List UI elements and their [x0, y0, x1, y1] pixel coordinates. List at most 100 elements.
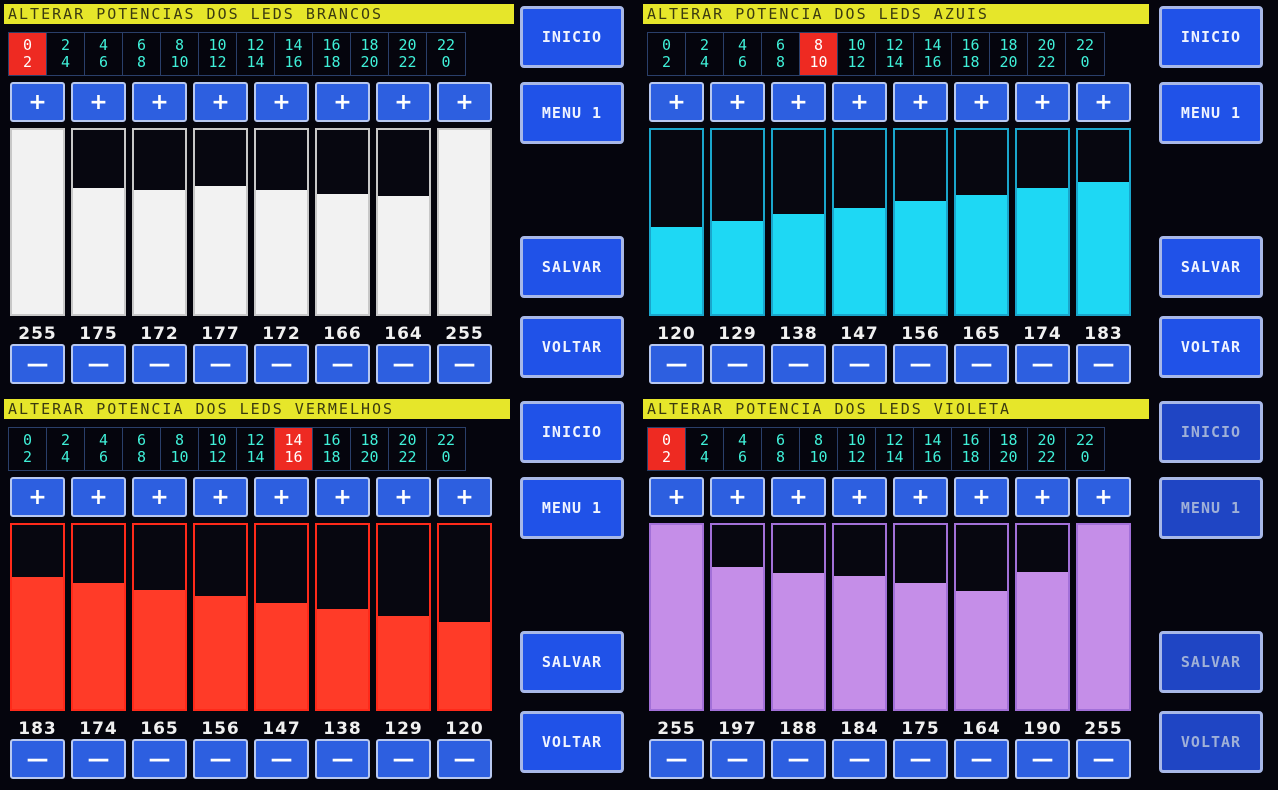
increase-button[interactable]: + — [771, 82, 826, 122]
inicio-button[interactable]: INICIO — [1159, 401, 1263, 463]
increase-button[interactable]: + — [893, 82, 948, 122]
decrease-button[interactable]: — — [10, 739, 65, 779]
decrease-button[interactable]: — — [315, 739, 370, 779]
salvar-button[interactable]: SALVAR — [520, 236, 624, 298]
time-slot-tab[interactable]: 68 — [123, 428, 161, 470]
time-slot-tab[interactable]: 68 — [123, 33, 161, 75]
decrease-button[interactable]: — — [132, 344, 187, 384]
decrease-button[interactable]: — — [771, 344, 826, 384]
increase-button[interactable]: + — [1015, 82, 1070, 122]
increase-button[interactable]: + — [71, 82, 126, 122]
inicio-button[interactable]: INICIO — [520, 401, 624, 463]
time-slot-tab[interactable]: 22 0 — [1066, 428, 1104, 470]
decrease-button[interactable]: — — [710, 344, 765, 384]
menu-1-button[interactable]: MENU 1 — [520, 477, 624, 539]
voltar-button[interactable]: VOLTAR — [1159, 711, 1263, 773]
time-slot-tab[interactable]: 14 16 — [914, 428, 952, 470]
time-slot-tab[interactable]: 22 0 — [427, 33, 465, 75]
decrease-button[interactable]: — — [71, 739, 126, 779]
decrease-button[interactable]: — — [893, 344, 948, 384]
increase-button[interactable]: + — [954, 82, 1009, 122]
time-slot-tab[interactable]: 12 14 — [237, 33, 275, 75]
decrease-button[interactable]: — — [893, 739, 948, 779]
increase-button[interactable]: + — [437, 82, 492, 122]
time-slot-tab[interactable]: 24 — [47, 428, 85, 470]
decrease-button[interactable]: — — [954, 739, 1009, 779]
time-slot-tab[interactable]: 20 22 — [389, 33, 427, 75]
time-slot-tab[interactable]: 12 14 — [876, 33, 914, 75]
time-slot-tab[interactable]: 24 — [686, 428, 724, 470]
time-slot-tab[interactable]: 02 — [648, 428, 686, 470]
time-slot-tab[interactable]: 14 16 — [914, 33, 952, 75]
decrease-button[interactable]: — — [649, 739, 704, 779]
decrease-button[interactable]: — — [771, 739, 826, 779]
increase-button[interactable]: + — [132, 82, 187, 122]
decrease-button[interactable]: — — [1015, 739, 1070, 779]
decrease-button[interactable]: — — [649, 344, 704, 384]
increase-button[interactable]: + — [649, 82, 704, 122]
decrease-button[interactable]: — — [193, 739, 248, 779]
time-slot-tab[interactable]: 24 — [47, 33, 85, 75]
increase-button[interactable]: + — [832, 82, 887, 122]
menu-1-button[interactable]: MENU 1 — [1159, 82, 1263, 144]
time-slot-tab[interactable]: 20 22 — [389, 428, 427, 470]
decrease-button[interactable]: — — [315, 344, 370, 384]
increase-button[interactable]: + — [710, 82, 765, 122]
decrease-button[interactable]: — — [71, 344, 126, 384]
decrease-button[interactable]: — — [954, 344, 1009, 384]
time-slot-tab[interactable]: 8 10 — [161, 33, 199, 75]
time-slot-tab[interactable]: 8 10 — [800, 428, 838, 470]
time-slot-tab[interactable]: 18 20 — [351, 33, 389, 75]
time-slot-tab[interactable]: 46 — [85, 33, 123, 75]
time-slot-tab[interactable]: 02 — [648, 33, 686, 75]
time-slot-tab[interactable]: 16 18 — [313, 428, 351, 470]
increase-button[interactable]: + — [954, 477, 1009, 517]
salvar-button[interactable]: SALVAR — [1159, 236, 1263, 298]
increase-button[interactable]: + — [376, 477, 431, 517]
decrease-button[interactable]: — — [710, 739, 765, 779]
decrease-button[interactable]: — — [437, 344, 492, 384]
increase-button[interactable]: + — [1076, 477, 1131, 517]
increase-button[interactable]: + — [193, 477, 248, 517]
time-slot-tab[interactable]: 22 0 — [1066, 33, 1104, 75]
menu-1-button[interactable]: MENU 1 — [1159, 477, 1263, 539]
time-slot-tab[interactable]: 12 14 — [237, 428, 275, 470]
increase-button[interactable]: + — [771, 477, 826, 517]
menu-1-button[interactable]: MENU 1 — [520, 82, 624, 144]
salvar-button[interactable]: SALVAR — [520, 631, 624, 693]
increase-button[interactable]: + — [893, 477, 948, 517]
voltar-button[interactable]: VOLTAR — [520, 316, 624, 378]
time-slot-tab[interactable]: 18 20 — [990, 33, 1028, 75]
time-slot-tab[interactable]: 8 10 — [161, 428, 199, 470]
increase-button[interactable]: + — [1076, 82, 1131, 122]
increase-button[interactable]: + — [437, 477, 492, 517]
increase-button[interactable]: + — [649, 477, 704, 517]
increase-button[interactable]: + — [832, 477, 887, 517]
decrease-button[interactable]: — — [437, 739, 492, 779]
decrease-button[interactable]: — — [832, 739, 887, 779]
increase-button[interactable]: + — [254, 477, 309, 517]
decrease-button[interactable]: — — [376, 344, 431, 384]
inicio-button[interactable]: INICIO — [1159, 6, 1263, 68]
time-slot-tab[interactable]: 16 18 — [952, 428, 990, 470]
time-slot-tab[interactable]: 20 22 — [1028, 33, 1066, 75]
increase-button[interactable]: + — [193, 82, 248, 122]
decrease-button[interactable]: — — [1015, 344, 1070, 384]
increase-button[interactable]: + — [132, 477, 187, 517]
increase-button[interactable]: + — [71, 477, 126, 517]
time-slot-tab[interactable]: 68 — [762, 428, 800, 470]
time-slot-tab[interactable]: 02 — [9, 428, 47, 470]
time-slot-tab[interactable]: 10 12 — [199, 428, 237, 470]
time-slot-tab[interactable]: 10 12 — [838, 33, 876, 75]
decrease-button[interactable]: — — [132, 739, 187, 779]
increase-button[interactable]: + — [10, 477, 65, 517]
increase-button[interactable]: + — [10, 82, 65, 122]
decrease-button[interactable]: — — [193, 344, 248, 384]
decrease-button[interactable]: — — [1076, 739, 1131, 779]
salvar-button[interactable]: SALVAR — [1159, 631, 1263, 693]
time-slot-tab[interactable]: 14 16 — [275, 33, 313, 75]
time-slot-tab[interactable]: 8 10 — [800, 33, 838, 75]
increase-button[interactable]: + — [315, 477, 370, 517]
time-slot-tab[interactable]: 46 — [85, 428, 123, 470]
time-slot-tab[interactable]: 18 20 — [351, 428, 389, 470]
